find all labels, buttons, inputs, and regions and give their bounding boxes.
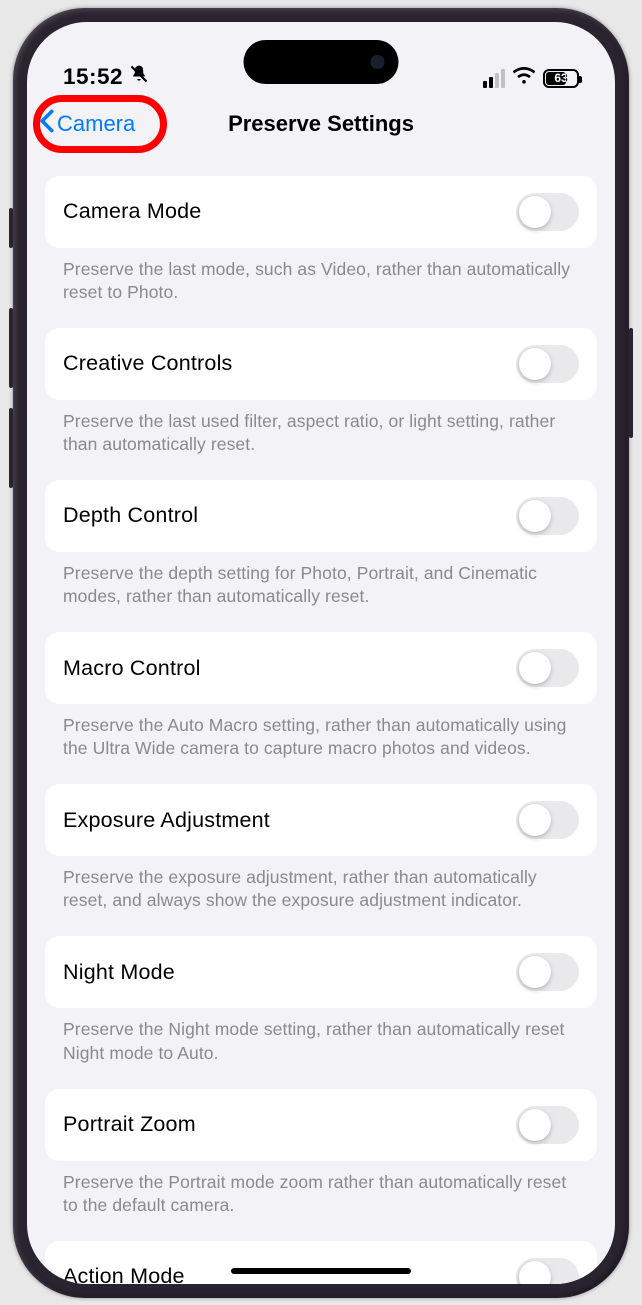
back-button[interactable]: Camera: [39, 109, 135, 139]
power-button: [629, 328, 633, 438]
setting-row-night-mode[interactable]: Night Mode: [45, 936, 597, 1008]
setting-title: Camera Mode: [63, 199, 201, 224]
setting-row-portrait-zoom[interactable]: Portrait Zoom: [45, 1089, 597, 1161]
setting-row-depth-control[interactable]: Depth Control: [45, 480, 597, 552]
toggle-portrait-zoom[interactable]: [516, 1106, 579, 1144]
phone-frame: 15:52 63 Ca: [13, 8, 629, 1298]
setting-row-exposure-adjustment[interactable]: Exposure Adjustment: [45, 784, 597, 856]
setting-title: Night Mode: [63, 960, 175, 985]
setting-desc: Preserve the Night mode setting, rather …: [45, 1008, 597, 1088]
status-time: 15:52: [63, 64, 123, 90]
toggle-exposure-adjustment[interactable]: [516, 801, 579, 839]
settings-list[interactable]: Camera Mode Preserve the last mode, such…: [27, 154, 615, 1284]
setting-desc: Preserve the Auto Macro setting, rather …: [45, 704, 597, 784]
toggle-camera-mode[interactable]: [516, 193, 579, 231]
bell-slash-icon: [129, 64, 149, 90]
setting-row-creative-controls[interactable]: Creative Controls: [45, 328, 597, 400]
chevron-left-icon: [39, 109, 55, 139]
screen: 15:52 63 Ca: [27, 22, 615, 1284]
setting-desc: Preserve the last used filter, aspect ra…: [45, 400, 597, 480]
setting-title: Macro Control: [63, 656, 201, 681]
setting-title: Creative Controls: [63, 351, 233, 376]
back-label: Camera: [57, 111, 135, 137]
toggle-macro-control[interactable]: [516, 649, 579, 687]
setting-title: Depth Control: [63, 503, 198, 528]
side-button: [9, 208, 13, 248]
battery-icon: 63: [543, 69, 579, 88]
wifi-icon: [513, 67, 535, 90]
setting-row-camera-mode[interactable]: Camera Mode: [45, 176, 597, 248]
setting-desc: Preserve the Portrait mode zoom rather t…: [45, 1161, 597, 1241]
setting-desc: Preserve the last mode, such as Video, r…: [45, 248, 597, 328]
home-indicator[interactable]: [231, 1268, 411, 1274]
toggle-depth-control[interactable]: [516, 497, 579, 535]
dynamic-island: [244, 40, 399, 84]
toggle-night-mode[interactable]: [516, 953, 579, 991]
front-camera-icon: [371, 55, 385, 69]
setting-row-macro-control[interactable]: Macro Control: [45, 632, 597, 704]
setting-desc: Preserve the exposure adjustment, rather…: [45, 856, 597, 936]
setting-row-action-mode[interactable]: Action Mode: [45, 1241, 597, 1284]
volume-down-button: [9, 408, 13, 488]
setting-title: Action Mode: [63, 1264, 185, 1283]
volume-up-button: [9, 308, 13, 388]
setting-title: Exposure Adjustment: [63, 808, 270, 833]
setting-desc: Preserve the depth setting for Photo, Po…: [45, 552, 597, 632]
toggle-action-mode[interactable]: [516, 1258, 579, 1284]
nav-bar: Camera Preserve Settings: [27, 94, 615, 154]
cellular-icon: [483, 69, 505, 88]
battery-percent: 63: [554, 71, 567, 85]
toggle-creative-controls[interactable]: [516, 345, 579, 383]
setting-title: Portrait Zoom: [63, 1112, 196, 1137]
